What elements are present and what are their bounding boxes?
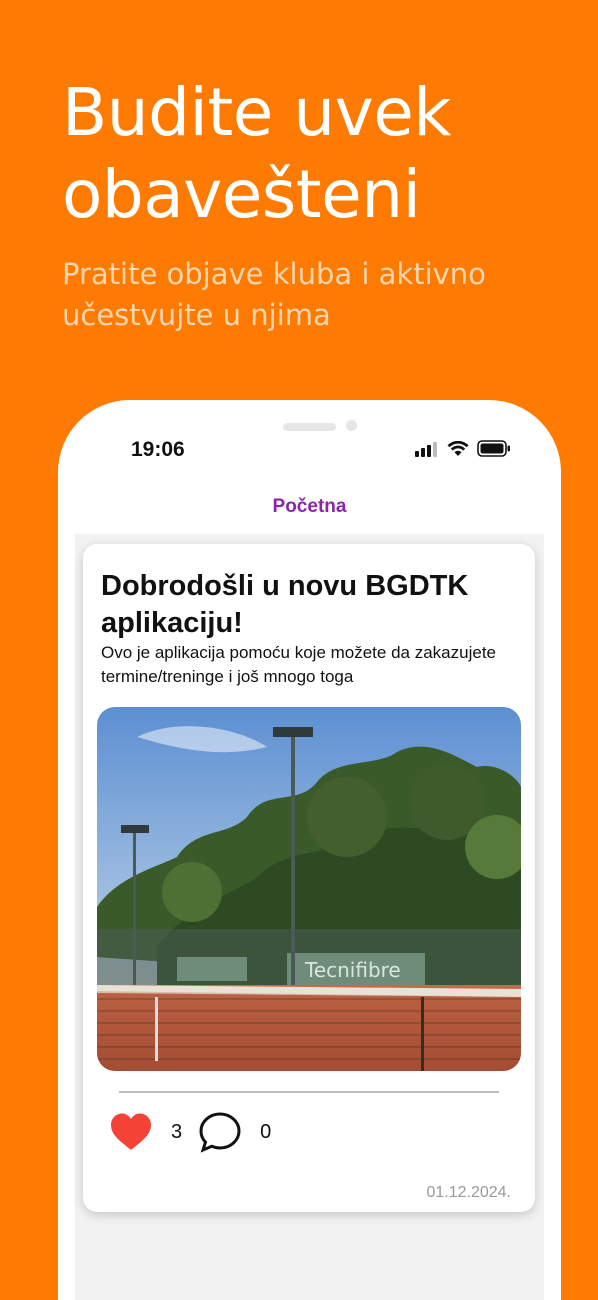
post-actions: 3 0 <box>109 1110 271 1154</box>
tennis-court-photo: Tecnifibre <box>97 707 521 1071</box>
post-divider <box>119 1091 499 1093</box>
status-time: 19:06 <box>131 438 185 461</box>
battery-icon <box>477 440 510 457</box>
banner-text: Tecnifibre <box>304 958 401 982</box>
phone-speaker <box>283 423 336 431</box>
heart-icon[interactable] <box>109 1112 153 1152</box>
like-count: 3 <box>171 1120 183 1143</box>
phone-frame: 19:06 Početna Dobrodošli u novu BGDTK ap… <box>58 400 561 1300</box>
subline-line-2: učestvujte u njima <box>62 298 331 332</box>
promo-headline: Budite uvek obavešteni <box>62 72 562 236</box>
post-date: 01.12.2024. <box>426 1184 511 1201</box>
post-image[interactable]: Tecnifibre <box>97 707 521 1071</box>
post-card[interactable]: Dobrodošli u novu BGDTK aplikaciju! Ovo … <box>83 544 535 1212</box>
nav-title: Početna <box>272 496 347 517</box>
post-body: Ovo je aplikacija pomoću koje možete da … <box>101 643 496 686</box>
headline-line-2: obavešteni <box>62 156 421 233</box>
signal-icon <box>415 441 437 457</box>
comment-icon[interactable] <box>198 1110 242 1154</box>
phone-camera <box>346 420 357 431</box>
comment-count: 0 <box>260 1120 272 1143</box>
feed[interactable]: Dobrodošli u novu BGDTK aplikaciju! Ovo … <box>75 534 544 1300</box>
promo-subline: Pratite objave kluba i aktivno učestvujt… <box>62 254 542 336</box>
status-icons <box>415 440 511 457</box>
wifi-icon <box>447 440 469 456</box>
headline-line-1: Budite uvek <box>62 74 452 151</box>
post-title: Dobrodošli u novu BGDTK aplikaciju! <box>101 570 469 639</box>
subline-line-1: Pratite objave kluba i aktivno <box>62 257 486 291</box>
